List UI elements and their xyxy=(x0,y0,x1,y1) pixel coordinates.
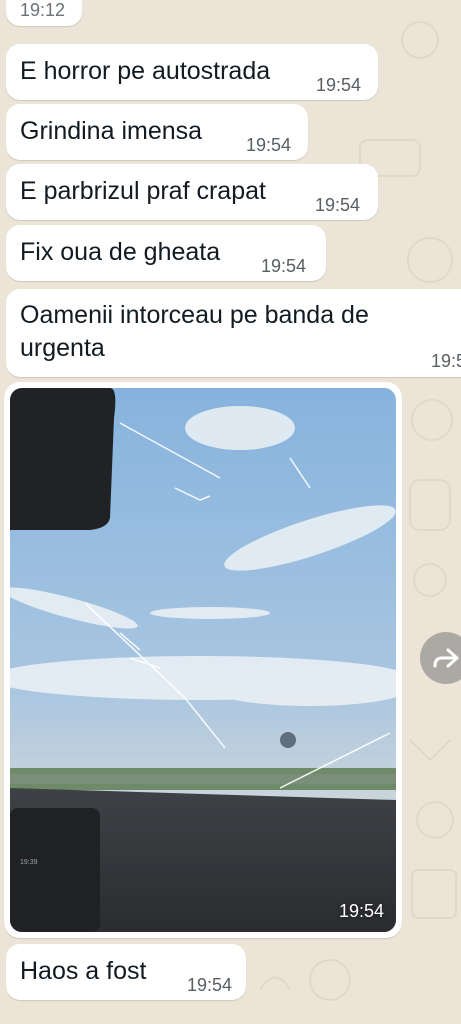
message-text: Oamenii intorceau pe banda de urgenta xyxy=(20,301,369,362)
message-text: Fix oua de gheata xyxy=(20,238,221,266)
message-bubble[interactable]: Fix oua de gheata 19:54 xyxy=(6,225,326,281)
message-time: 19:54 xyxy=(338,901,384,921)
message-text: Haos a fost xyxy=(20,957,147,985)
message-text: Grindina imensa xyxy=(20,117,203,145)
message-bubble[interactable]: 19:12 xyxy=(6,0,82,26)
media-message[interactable]: 19:39 19:54 xyxy=(4,382,402,938)
message-time: 19:54 xyxy=(246,135,292,155)
forward-button[interactable] xyxy=(420,632,461,684)
message-text: E parbrizul praf crapat xyxy=(20,177,266,205)
message-time: 19:54 xyxy=(315,195,361,215)
message-time: 19:54 xyxy=(261,256,307,276)
message-bubble[interactable]: Oamenii intorceau pe banda de urgenta 19… xyxy=(6,289,461,377)
message-bubble[interactable]: Grindina imensa 19:54 xyxy=(6,104,308,160)
message-time: 19:5 xyxy=(431,351,461,371)
message-time: 19:54 xyxy=(187,975,233,995)
message-bubble[interactable]: Haos a fost 19:54 xyxy=(6,944,246,1000)
message-bubble[interactable]: E parbrizul praf crapat 19:54 xyxy=(6,164,378,220)
forward-arrow-icon xyxy=(433,648,459,668)
message-time: 19:12 xyxy=(20,0,66,20)
windshield-photo[interactable]: 19:39 xyxy=(10,388,396,932)
message-time: 19:54 xyxy=(316,75,362,95)
dashboard-clock: 19:39 xyxy=(20,859,38,866)
message-bubble[interactable]: E horror pe autostrada 19:54 xyxy=(6,44,378,100)
message-text: E horror pe autostrada xyxy=(20,57,271,85)
